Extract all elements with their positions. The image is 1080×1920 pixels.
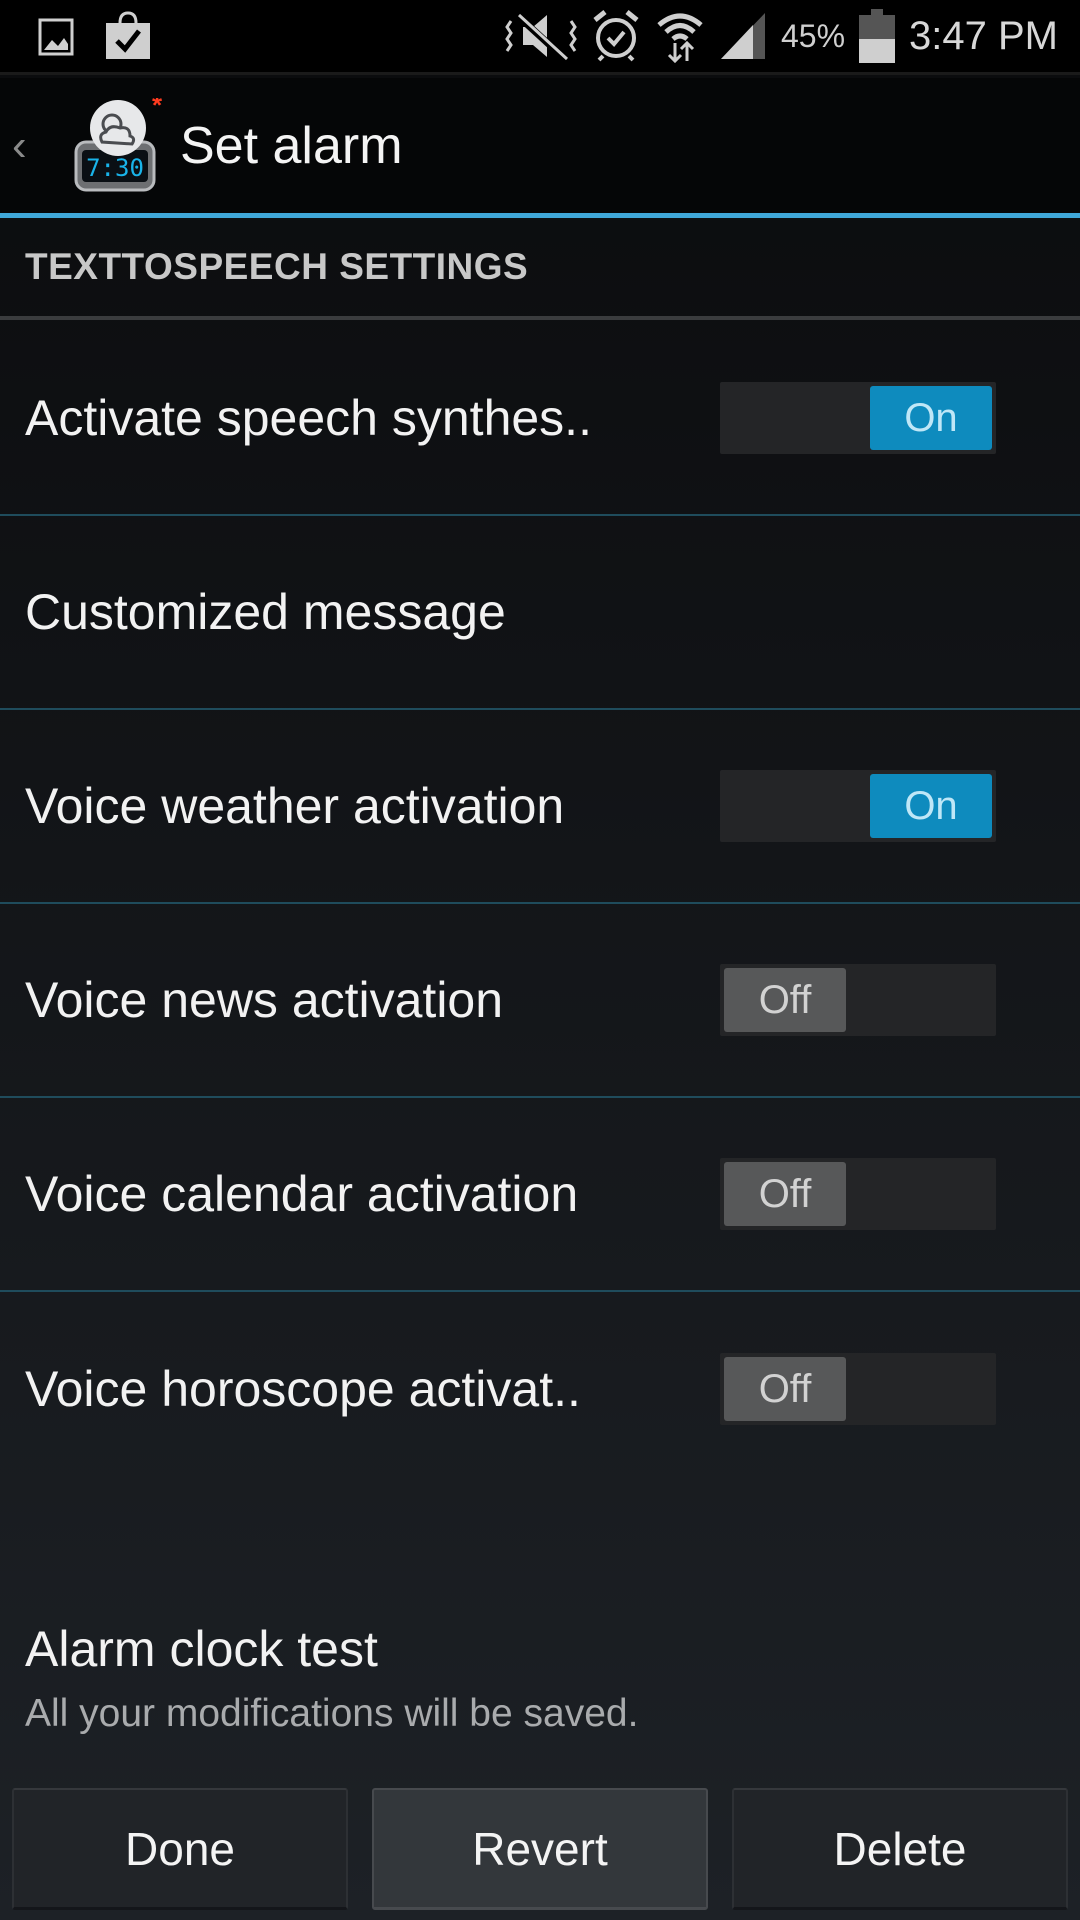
setting-label: Activate speech synthes.. [25,390,592,446]
back-chevron-icon[interactable]: ‹ [12,121,52,171]
setting-row-voice-calendar[interactable]: Voice calendar activation Off [0,1098,1080,1292]
button-bar: Done Revert Delete [12,1788,1068,1910]
svg-text:*: * [152,98,163,120]
setting-label: Voice calendar activation [25,1166,579,1222]
page-title: Set alarm [180,116,403,175]
alarm-test-title: Alarm clock test [25,1621,378,1677]
alarm-test-subtitle: All your modifications will be saved. [25,1692,639,1735]
toggle-thumb: Off [724,968,846,1032]
toggle-thumb: Off [724,1162,846,1226]
signal-icon [719,11,767,61]
setting-label: Voice news activation [25,972,504,1028]
battery-percent: 45% [780,17,846,54]
toggle-thumb: On [870,386,992,450]
setting-label: Customized message [25,584,506,640]
alarm-icon [591,10,641,62]
voice-weather-toggle[interactable]: On [720,770,996,842]
status-bar: 45% 3:47 PM [0,0,1080,75]
voice-calendar-toggle[interactable]: Off [720,1158,996,1230]
voice-news-toggle[interactable]: Off [720,964,996,1036]
app-icon-clock-text: 7:30 [86,154,144,182]
speech-synthesis-toggle[interactable]: On [720,382,996,454]
settings-list: Activate speech synthes.. On Customized … [0,322,1080,1486]
shopping-bag-check-icon [104,11,152,61]
setting-label: Voice weather activation [25,778,565,834]
revert-button[interactable]: Revert [372,1788,708,1910]
setting-row-voice-horoscope[interactable]: Voice horoscope activat.. Off [0,1292,1080,1486]
battery-icon [859,9,896,63]
section-title: TEXTTOSPEECH SETTINGS [25,246,529,287]
delete-button[interactable]: Delete [732,1788,1068,1910]
done-button[interactable]: Done [12,1788,348,1910]
toggle-thumb: Off [724,1357,846,1421]
vibrate-mute-icon [505,11,577,61]
voice-horoscope-toggle[interactable]: Off [720,1353,996,1425]
wifi-icon [655,9,705,63]
action-bar: ‹ 7:30 * Set alarm [0,78,1080,213]
setting-row-speech-synthesis[interactable]: Activate speech synthes.. On [0,322,1080,516]
section-header: TEXTTOSPEECH SETTINGS [0,218,1080,320]
gallery-icon [38,16,74,56]
alarm-clock-test[interactable]: Alarm clock test All your modifications … [25,1620,638,1736]
toggle-thumb: On [870,774,992,838]
setting-row-voice-news[interactable]: Voice news activation Off [0,904,1080,1098]
setting-row-customized-message[interactable]: Customized message [0,516,1080,710]
clock: 3:47 PM [909,13,1058,58]
weather-alarm-clock-icon[interactable]: 7:30 * [72,90,168,194]
setting-row-voice-weather[interactable]: Voice weather activation On [0,710,1080,904]
setting-label: Voice horoscope activat.. [25,1361,581,1417]
